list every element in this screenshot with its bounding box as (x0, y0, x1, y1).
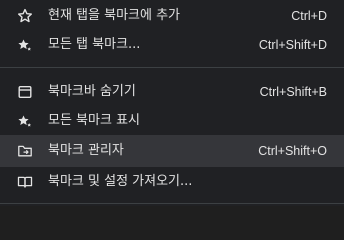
menu-separator (0, 67, 344, 68)
menu-item-label: 모든 탭 북마크... (48, 37, 141, 52)
menu-item-hide-bookmark-bar[interactable]: 북마크바 숨기기 Ctrl+Shift+B (0, 76, 344, 108)
menu-item-label: 모든 북마크 표시 (48, 113, 140, 128)
menu-item-label: 북마크 및 설정 가져오기... (48, 174, 193, 189)
menu-item-shortcut: Ctrl+Shift+B (259, 85, 327, 99)
menu-item-label: 북마크 관리자 (48, 143, 124, 158)
menu-item-label: 현재 탭을 북마크에 추가 (48, 8, 180, 23)
menu-item-show-all-bookmarks[interactable]: 모든 북마크 표시 (0, 105, 344, 137)
bookmark-bar-icon (17, 84, 33, 100)
menu-item-shortcut: Ctrl+Shift+D (258, 38, 327, 52)
menu-item-bookmark-all-tabs[interactable]: 모든 탭 북마크... Ctrl+Shift+D (0, 29, 344, 61)
menu-item-shortcut: Ctrl+D (291, 9, 327, 23)
bookmarks-submenu: 현재 탭을 북마크에 추가 Ctrl+D 모든 탭 북마크... Ctrl+Sh… (0, 0, 344, 206)
import-book-icon (17, 174, 33, 190)
stars-icon (17, 37, 33, 53)
folder-arrow-icon (17, 143, 33, 159)
star-outline-icon (17, 8, 33, 24)
menu-item-shortcut: Ctrl+Shift+O (258, 144, 327, 158)
stars-icon (17, 113, 33, 129)
menu-item-label: 북마크바 숨기기 (48, 84, 136, 99)
menu-item-bookmark-this-tab[interactable]: 현재 탭을 북마크에 추가 Ctrl+D (0, 0, 344, 32)
menu-item-bookmark-manager[interactable]: 북마크 관리자 Ctrl+Shift+O (0, 135, 344, 167)
menu-bottom-separator (0, 203, 344, 204)
menu-item-import-bookmarks[interactable]: 북마크 및 설정 가져오기... (0, 166, 344, 198)
